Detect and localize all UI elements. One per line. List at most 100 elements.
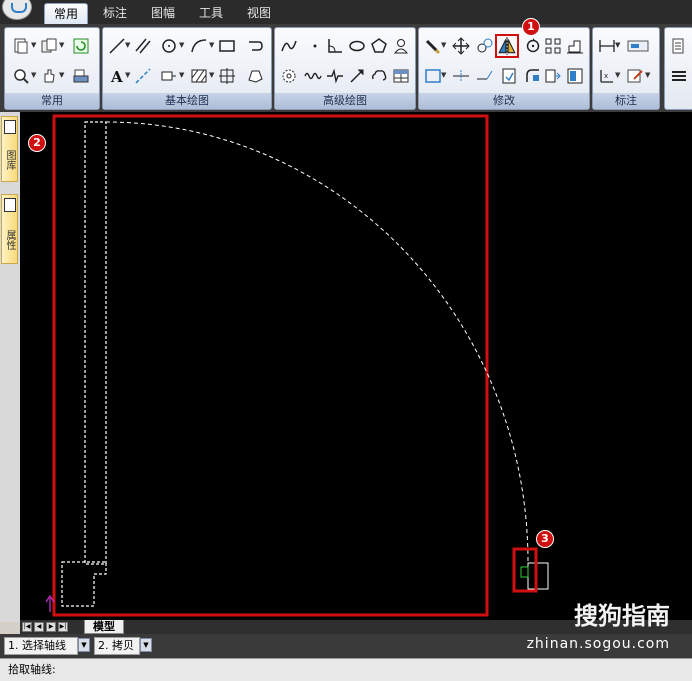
stretch-icon[interactable]	[543, 66, 561, 84]
watermark-url: zhinan.sogou.com	[526, 636, 670, 652]
rotate-icon[interactable]	[523, 36, 541, 54]
pan-icon[interactable]	[39, 66, 57, 84]
chevron-down-icon[interactable]: ▼	[140, 638, 152, 652]
tab-common[interactable]: 常用	[44, 3, 88, 24]
door-object	[527, 562, 549, 590]
polygon-icon[interactable]	[369, 36, 387, 54]
break-icon[interactable]	[499, 66, 517, 84]
next-layout-icon[interactable]: ▶	[46, 622, 56, 632]
line-weight-icon[interactable]	[669, 66, 687, 84]
trim-icon[interactable]	[451, 66, 469, 84]
extend-icon[interactable]	[475, 66, 493, 84]
explode-icon[interactable]	[565, 66, 583, 84]
print-icon[interactable]	[71, 66, 89, 84]
spline-icon[interactable]	[279, 36, 297, 54]
step-label: 选择轴线	[22, 639, 66, 652]
rectangle-icon[interactable]	[217, 36, 235, 54]
cloud-line-icon[interactable]	[369, 66, 387, 84]
property-icon[interactable]	[669, 36, 687, 54]
dropdown-arrow-icon[interactable]: ▼	[441, 66, 446, 84]
array-icon[interactable]	[543, 36, 561, 54]
selected-arc	[105, 121, 529, 563]
new-file-icon[interactable]	[11, 36, 29, 54]
centerline-icon[interactable]	[133, 66, 151, 84]
eraser-icon[interactable]	[423, 36, 441, 55]
command-prompt: 拾取轴线:	[0, 658, 692, 681]
scale-icon[interactable]	[565, 36, 583, 54]
callout-marker-1: 1	[522, 18, 540, 36]
dropdown-arrow-icon[interactable]: ▼	[179, 66, 184, 84]
side-tab-library[interactable]: 图库	[1, 116, 18, 182]
drawing-canvas[interactable]: 2 3	[20, 112, 692, 620]
gear-shape-icon[interactable]	[279, 66, 297, 84]
refresh-icon[interactable]	[71, 36, 89, 54]
table-tool-icon[interactable]	[391, 66, 409, 84]
step-select-axis[interactable]: 1. 选择轴线	[4, 637, 78, 655]
zoom-icon[interactable]	[11, 66, 29, 84]
dropdown-arrow-icon[interactable]: ▼	[179, 36, 184, 54]
tab-view[interactable]: 视图	[240, 3, 278, 24]
ribbon-group-label: 常用	[5, 93, 99, 109]
dropdown-arrow-icon[interactable]: ▼	[31, 66, 36, 84]
coordinate-dimension-icon[interactable]: x	[597, 66, 615, 84]
dropdown-arrow-icon[interactable]: ▼	[615, 36, 620, 54]
prev-layout-icon[interactable]: ◀	[34, 622, 44, 632]
user-symbol-icon[interactable]	[391, 36, 409, 54]
break-line-icon[interactable]	[325, 66, 343, 84]
select-box-icon[interactable]	[423, 66, 441, 84]
app-logo-icon[interactable]	[2, 0, 32, 20]
pick-point-highlight-box	[512, 547, 538, 593]
library-icon	[4, 120, 16, 134]
ribbon-group-label: 标注	[593, 93, 659, 109]
dropdown-arrow-icon[interactable]: ▼	[441, 36, 446, 54]
fillet-icon[interactable]	[523, 66, 541, 84]
dropdown-arrow-icon[interactable]: ▼	[125, 36, 130, 54]
edit-dimension-icon[interactable]	[625, 66, 643, 84]
ribbon-group-modify: ▼ ▼ 修改	[418, 27, 590, 110]
move-icon[interactable]	[451, 36, 470, 55]
dropdown-arrow-icon[interactable]: ▼	[59, 36, 64, 54]
first-layout-icon[interactable]: |◀	[22, 622, 32, 632]
chevron-down-icon[interactable]: ▼	[78, 638, 90, 652]
dropdown-arrow-icon[interactable]: ▼	[645, 66, 650, 84]
ribbon-group-advanced-draw: 高级绘图	[274, 27, 416, 110]
hatch-icon[interactable]	[189, 66, 207, 84]
ribbon-group-dimension: ▼ x ▼ ▼ 标注	[592, 27, 660, 110]
tab-annotation[interactable]: 标注	[96, 3, 134, 24]
line-icon[interactable]	[107, 36, 125, 54]
callout-marker-2: 2	[28, 134, 46, 152]
grid-icon[interactable]	[217, 66, 235, 84]
mirror-tool-button[interactable]	[495, 34, 519, 58]
callout-marker-3: 3	[536, 530, 554, 548]
side-tab-properties[interactable]: 属性	[1, 194, 18, 264]
ellipse-icon[interactable]	[347, 36, 365, 54]
step-copy[interactable]: 2. 拷贝	[94, 637, 140, 655]
last-layout-icon[interactable]: ▶|	[58, 622, 68, 632]
tab-model[interactable]: 模型	[84, 620, 124, 634]
region-icon[interactable]	[245, 66, 263, 84]
block-icon[interactable]	[159, 66, 177, 84]
dropdown-arrow-icon[interactable]: ▼	[31, 36, 36, 54]
wave-line-icon[interactable]	[303, 66, 322, 84]
angle-icon[interactable]	[325, 36, 343, 54]
linear-dimension-icon[interactable]	[597, 36, 615, 54]
tab-frame[interactable]: 图幅	[144, 3, 182, 24]
dimension-style-icon[interactable]	[625, 36, 651, 54]
copy-file-icon[interactable]	[39, 36, 57, 54]
dropdown-arrow-icon[interactable]: ▼	[125, 66, 130, 84]
dropdown-arrow-icon[interactable]: ▼	[59, 66, 64, 84]
tab-tools[interactable]: 工具	[192, 3, 230, 24]
selected-wall	[84, 121, 107, 565]
ribbon-tab-bar: 常用 标注 图幅 工具 视图	[0, 0, 692, 24]
parallel-line-icon[interactable]	[133, 36, 151, 54]
dropdown-arrow-icon[interactable]: ▼	[209, 66, 214, 84]
arrow-line-icon[interactable]	[347, 66, 365, 84]
point-icon[interactable]	[305, 36, 323, 54]
dropdown-arrow-icon[interactable]: ▼	[615, 66, 620, 84]
dropdown-arrow-icon[interactable]: ▼	[209, 36, 214, 54]
arc-icon[interactable]	[189, 36, 207, 54]
text-icon[interactable]: A	[107, 66, 125, 85]
circle-icon[interactable]	[159, 36, 177, 54]
polyline-icon[interactable]	[245, 36, 263, 54]
copy-objects-icon[interactable]	[475, 36, 493, 54]
